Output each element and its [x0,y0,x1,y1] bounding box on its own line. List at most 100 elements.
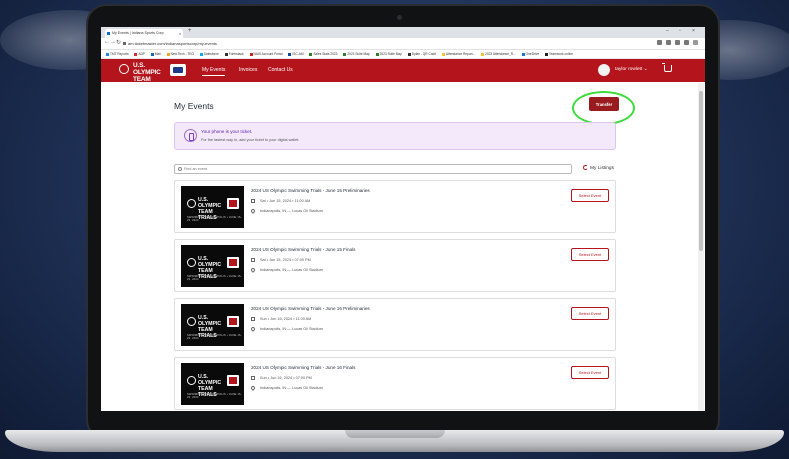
browser-tab-bar: My Events | Indiana Sports Corp × + – ▫ … [101,27,705,38]
user-menu[interactable]: taylor rowlett ⌄ [615,67,648,72]
menu-icon[interactable] [693,40,698,45]
bookmark-icon [481,52,485,56]
event-list: U.S. OLYMPIC TEAM TRIALS SWIMMING • INDIA… [174,180,616,411]
bookmark-item[interactable]: OneDrive [521,50,539,58]
usa-swimming-badge-icon [170,64,186,76]
bookmark-item[interactable]: ADP [134,50,145,58]
bookmark-icon [521,52,525,56]
olympic-rings-icon [187,199,196,208]
url-field[interactable]: am.ticketmaster.com/indianasportscorp/my… [123,40,643,47]
olympic-rings-icon [187,258,196,267]
browser-tab[interactable]: My Events | Indiana Sports Corp × [105,29,183,38]
bookmark-item[interactable]: Sales Stats 2023 [309,50,337,58]
olympic-trials-logo[interactable]: U.S. OLYMPIC TEAM TRIALS [119,62,191,90]
bookmark-item[interactable]: Salesforce [199,50,219,58]
bookmark-item[interactable]: Attendance Report... [441,50,475,58]
chevron-down-icon: ⌄ [643,67,648,72]
event-name: 2024 US Olympic Swimming Trials - June 1… [251,247,356,252]
bookmarks-bar: TMT Reports ADP Mail New Tech - TEO Sale… [101,50,705,59]
bookmark-item[interactable]: 2023 Attendance_R... [481,50,516,58]
thumbnail-subtitle: SWIMMING • INDIANAPOLIS • JUNE 15-23, 20… [187,216,242,222]
event-card: U.S. OLYMPIC TEAM TRIALS SWIMMING • INDIA… [174,357,616,410]
banner-subtitle: For the fastest way in, add your ticket … [201,138,300,142]
nav-invoices[interactable]: Invoices [239,67,257,73]
logo-text: U.S. OLYMPIC TEAM TRIALS [133,62,161,90]
scrollbar-thumb[interactable] [699,91,703,251]
bookmark-icon [441,52,445,56]
page-title: My Events [174,101,214,111]
bookmark-icon [166,52,170,56]
bookmark-item[interactable]: ISC-AM [288,50,303,58]
event-card: U.S. OLYMPIC TEAM TRIALS SWIMMING • INDIA… [174,239,616,292]
event-thumbnail: U.S. OLYMPIC TEAM TRIALS SWIMMING • INDIA… [181,245,244,287]
event-date: Sun • Jun 16, 2024 • 07:00 PM [260,376,312,380]
bookmark-item[interactable]: 2023 Suite Map [343,50,370,58]
event-thumbnail: U.S. OLYMPIC TEAM TRIALS SWIMMING • INDIA… [181,363,244,405]
usa-swimming-badge-icon [227,257,239,268]
event-venue: Indianapolis, IN — Lucas Oil Stadium [260,386,323,390]
my-listings-link[interactable]: My Listings [583,165,614,171]
user-avatar[interactable] [598,64,610,76]
bookmark-icon [150,52,154,56]
bookmark-item[interactable]: New Tech - TEO [166,50,194,58]
ticketmaster-favicon-icon [107,32,110,35]
reload-icon[interactable]: ↻ [116,39,121,46]
maximize-icon[interactable]: ▫ [679,28,681,34]
event-name: 2024 US Olympic Swimming Trials - June 1… [251,365,356,370]
bookmark-icon [199,52,203,56]
bookmark-item[interactable]: Mail [150,50,161,58]
annotation-circle [572,91,635,125]
usa-swimming-badge-icon [227,375,239,386]
nav-my-events[interactable]: My Events [202,67,226,76]
select-event-button[interactable]: Select Event [571,307,609,320]
bookmark-item[interactable]: NAIS Account Portal [249,50,282,58]
event-date: Sat • Jun 15, 2024 • 11:00 AM [260,199,311,203]
usa-swimming-badge-icon [227,316,239,327]
event-card: U.S. OLYMPIC TEAM TRIALS SWIMMING • INDIA… [174,180,616,233]
extension-icon[interactable] [675,40,680,45]
close-window-icon[interactable]: × [692,28,695,34]
event-venue: Indianapolis, IN — Lucas Oil Stadium [260,327,323,331]
profile-icon[interactable] [684,40,689,45]
event-card: U.S. OLYMPIC TEAM TRIALS SWIMMING • INDIA… [174,298,616,351]
select-event-button[interactable]: Select Event [571,189,609,202]
bookmark-icon [224,52,228,56]
olympic-rings-icon [187,317,196,326]
bookmark-icon [407,52,411,56]
calendar-icon [251,376,255,380]
minimize-icon[interactable]: – [666,28,669,34]
site-header: U.S. OLYMPIC TEAM TRIALS My Events Invoi… [101,59,705,90]
search-input[interactable] [184,165,564,173]
event-venue: Indianapolis, IN — Lucas Oil Stadium [260,268,323,272]
nav-contact-us[interactable]: Contact Us [268,67,293,73]
bookmark-item[interactable]: Dylan - QR Code [407,50,436,58]
bookmark-item[interactable]: TMT Reports [106,50,129,58]
location-pin-icon [250,385,256,391]
laptop-notch [345,430,445,438]
close-tab-icon[interactable]: × [179,29,181,38]
bookmark-item[interactable]: Formstack [224,50,244,58]
event-date: Sun • Jun 16, 2024 • 11:00 AM [260,317,312,321]
cart-icon[interactable] [662,63,672,72]
bookmark-icon [106,52,109,56]
page-scrollbar[interactable] [698,83,704,411]
event-name: 2024 US Olympic Swimming Trials - June 1… [251,188,370,193]
bookmark-item[interactable]: 2023 Suite Map [375,50,402,58]
search-icon [178,167,182,171]
bookmark-item[interactable]: Teamwork online [545,50,573,58]
calendar-icon [251,317,255,321]
event-thumbnail: U.S. OLYMPIC TEAM TRIALS SWIMMING • INDIA… [181,304,244,346]
share-icon[interactable] [657,40,662,45]
url-text: am.ticketmaster.com/indianasportscorp/my… [128,41,217,46]
digital-wallet-banner: Your phone is your ticket. For the faste… [174,122,616,150]
event-search [174,164,572,174]
lock-icon [123,42,126,45]
select-event-button[interactable]: Select Event [571,366,609,379]
bookmark-star-icon[interactable] [666,40,671,45]
laptop-screen: My Events | Indiana Sports Corp × + – ▫ … [101,27,705,411]
new-tab-button[interactable]: + [188,28,192,34]
bookmark-icon [134,52,138,56]
select-event-button[interactable]: Select Event [571,248,609,261]
address-bar: ← → ↻ am.ticketmaster.com/indianasportsc… [101,38,705,50]
event-date: Sat • Jun 15, 2024 • 07:00 PM [260,258,311,262]
